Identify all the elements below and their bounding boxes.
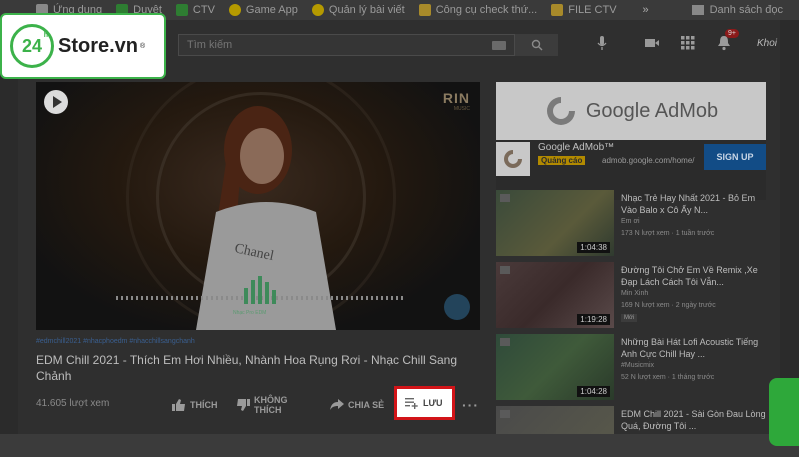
video-duration: 1:04:38: [577, 242, 610, 253]
bookmark-ctv[interactable]: CTV: [175, 4, 215, 16]
video-title: EDM Chill 2021 - Thích Em Hơi Nhiều, Nhà…: [36, 353, 458, 383]
related-channel[interactable]: Em ơi: [621, 218, 640, 225]
related-channel[interactable]: #Musicmix: [621, 362, 654, 369]
eq-label: Nhạc Pro EDM: [233, 310, 267, 316]
video-camera-icon: [645, 39, 659, 47]
search-icon: [531, 39, 542, 51]
ad-banner[interactable]: Google AdMob: [496, 82, 766, 140]
view-count: 41.605 lượt xem: [36, 398, 110, 409]
bookmarks-more[interactable]: »: [643, 4, 649, 16]
video-thumbnail[interactable]: 1:04:38: [496, 190, 614, 256]
related-title[interactable]: Nhạc Trẻ Hay Nhất 2021 - Bỏ Em Vào Balo …: [621, 192, 773, 216]
bookmark-quan-ly[interactable]: Quản lý bài viết: [311, 4, 405, 16]
mic-button[interactable]: [594, 35, 610, 51]
store-logo: 24 h Store.vn ®: [0, 13, 166, 79]
notification-count: 9+: [725, 29, 739, 38]
playlist-add-icon: [405, 398, 418, 409]
ad-badge: Quảng cáo: [538, 156, 586, 165]
ad-icon[interactable]: [496, 142, 530, 176]
channel-logo-icon: [44, 90, 68, 114]
play-icon: [500, 338, 510, 346]
list-item[interactable]: 1:04:28 Những Bài Hát Lofi Acoustic Tiến…: [496, 334, 772, 406]
save-button[interactable]: LƯU: [394, 386, 456, 420]
play-icon: [500, 410, 510, 418]
admob-logo-icon: [546, 97, 575, 125]
video-thumbnail[interactable]: 1:19:28: [496, 262, 614, 328]
apps-button[interactable]: [680, 35, 696, 51]
keyboard-icon[interactable]: [492, 40, 506, 50]
video-actions: THÍCH KHÔNG THÍCH CHIA SẺ LƯU ···: [172, 386, 482, 420]
more-actions-button[interactable]: ···: [462, 390, 479, 420]
related-meta: 52 N lượt xem · 1 tháng trước: [621, 374, 715, 381]
store-logo-text: Store.vn: [58, 34, 139, 57]
like-button[interactable]: THÍCH: [172, 390, 218, 420]
admob-small-icon: [504, 150, 522, 168]
bookmark-file-ctv[interactable]: FILE CTV: [551, 4, 617, 16]
video-hashtags[interactable]: #edmchill2021 #nhacphoedm #nhacchillsang…: [36, 338, 195, 345]
runner-icon: [228, 4, 241, 16]
video-duration: 1:04:28: [577, 386, 610, 397]
folder-icon: [418, 4, 431, 16]
dislike-button[interactable]: KHÔNG THÍCH: [236, 390, 294, 420]
related-meta: 169 N lượt xem · 2 ngày trước: [621, 302, 716, 309]
folder-icon: [551, 4, 564, 16]
bookmark-game-app[interactable]: Game App: [228, 4, 298, 16]
list-item[interactable]: 1:04:38 Nhạc Trẻ Hay Nhất 2021 - Bỏ Em V…: [496, 190, 772, 262]
related-title[interactable]: EDM Chill 2021 - Sài Gòn Đau Lòng Quá, Đ…: [621, 408, 772, 432]
video-player[interactable]: Chanel RIN MUSIC Nhạc Pro EDM: [36, 82, 480, 330]
thumbs-up-icon: [172, 399, 185, 411]
registered-mark: ®: [140, 42, 146, 50]
share-button[interactable]: CHIA SẺ: [330, 390, 384, 420]
reading-list-icon: [691, 5, 704, 15]
rin-logo-sub: MUSIC: [453, 106, 470, 112]
grid-icon: [681, 36, 695, 50]
reading-list[interactable]: Danh sách đọc: [691, 0, 783, 20]
header-icons: 9+ Khoi: [594, 29, 782, 51]
share-icon: [330, 399, 344, 410]
video-thumbnail[interactable]: 1:04:28: [496, 334, 614, 400]
runner-icon: [311, 4, 324, 16]
related-title[interactable]: Những Bài Hát Lofi Acoustic Tiếng Anh Cự…: [621, 336, 773, 360]
side-tab[interactable]: [769, 378, 799, 446]
youtube-page: 9+ Khoi Chanel RIN MUSIC Nhạc Pro EDM #e…: [18, 20, 782, 446]
mic-icon: [597, 36, 607, 50]
related-videos: 1:04:38 Nhạc Trẻ Hay Nhất 2021 - Bỏ Em V…: [496, 190, 772, 446]
rin-logo: RIN: [442, 90, 470, 106]
equalizer-icon: [244, 276, 276, 304]
avatar[interactable]: Khoi: [752, 35, 782, 51]
sheet-icon: [175, 4, 188, 16]
thumbs-down-icon: [237, 399, 250, 411]
bottom-strip: [0, 434, 799, 457]
list-item[interactable]: 1:19:28 Đường Tôi Chở Em Về Remix ,Xe Đạ…: [496, 262, 772, 334]
ad-domain: admob.google.com/home/: [602, 156, 695, 165]
ad-brand: Google AdMob: [585, 99, 719, 122]
ad-name[interactable]: Google AdMob™: [538, 142, 614, 153]
search-box: [178, 34, 558, 56]
new-badge: Mới: [621, 314, 638, 322]
notifications-button[interactable]: 9+: [716, 29, 739, 51]
search-button[interactable]: [514, 34, 558, 56]
sign-up-button[interactable]: SIGN UP: [704, 144, 766, 170]
search-input[interactable]: [179, 35, 492, 55]
video-duration: 1:19:28: [577, 314, 610, 325]
play-icon: [500, 194, 510, 202]
bookmark-cong-cu[interactable]: Công cụ check thứ...: [418, 4, 537, 16]
play-icon: [500, 266, 510, 274]
create-button[interactable]: [644, 35, 660, 51]
miniplayer-button[interactable]: [444, 294, 470, 320]
related-meta: 173 N lượt xem · 1 tuần trước: [621, 230, 715, 237]
related-title[interactable]: Đường Tôi Chở Em Về Remix ,Xe Đạp Lách C…: [621, 264, 773, 288]
store-logo-badge: 24 h: [10, 24, 54, 68]
related-channel[interactable]: Min Xinh: [621, 290, 648, 297]
